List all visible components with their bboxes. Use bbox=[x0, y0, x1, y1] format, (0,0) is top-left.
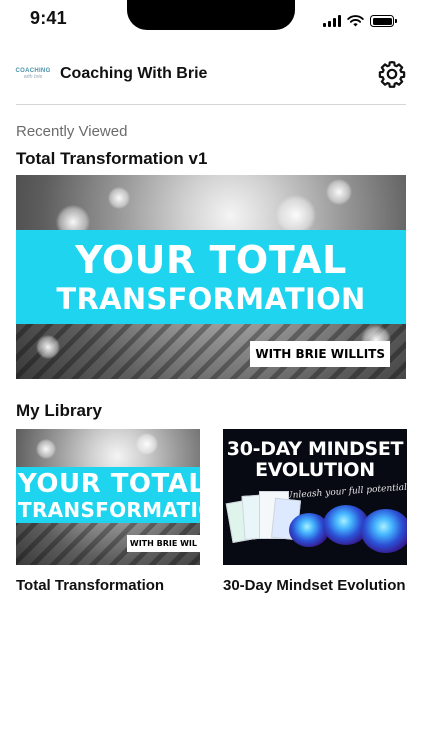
recently-viewed-cover[interactable]: YOUR TOTAL TRANSFORMATION WITH BRIE WILL… bbox=[16, 175, 406, 379]
library-item-cover[interactable]: 30-DAY MINDSET EVOLUTION Unleash your fu… bbox=[223, 429, 407, 565]
bokeh-light bbox=[136, 433, 158, 455]
brain-illustration bbox=[361, 509, 407, 553]
cellular-signal-icon bbox=[323, 15, 341, 27]
settings-button[interactable] bbox=[378, 60, 406, 88]
cover-title-line2: TRANSFORMATION bbox=[56, 281, 366, 316]
cover-author-tag: WITH BRIE WIL bbox=[126, 535, 200, 552]
recently-viewed-caption: Recently Viewed bbox=[16, 123, 128, 140]
bokeh-light bbox=[36, 335, 60, 359]
app-title: Coaching With Brie bbox=[60, 65, 208, 82]
header-divider bbox=[16, 104, 406, 105]
library-heading: My Library bbox=[16, 401, 102, 420]
gear-icon bbox=[378, 60, 406, 88]
library-item-cover[interactable]: YOUR TOTAL TRANSFORMATION WITH BRIE WIL bbox=[16, 429, 200, 565]
brand-logo-sub: with brie bbox=[23, 74, 43, 80]
bokeh-light bbox=[326, 179, 352, 205]
cover-title-line2: TRANSFORMATION bbox=[18, 497, 200, 522]
library-item-mindset-evolution[interactable]: 30-DAY MINDSET EVOLUTION Unleash your fu… bbox=[223, 429, 407, 598]
cover-title-line1: 30-DAY MINDSET bbox=[226, 438, 404, 460]
cover-title-band: YOUR TOTAL TRANSFORMATION bbox=[16, 467, 200, 523]
brand-logo: COACHING with brie bbox=[15, 64, 50, 84]
cover-title-line2: EVOLUTION bbox=[255, 459, 375, 481]
status-time: 9:41 bbox=[30, 8, 67, 28]
library-item-title[interactable]: Total Transformation bbox=[16, 574, 200, 598]
cover-title-band: YOUR TOTAL TRANSFORMATION bbox=[16, 230, 406, 324]
bokeh-light bbox=[36, 439, 56, 459]
bokeh-light bbox=[108, 187, 130, 209]
library-item-total-transformation[interactable]: YOUR TOTAL TRANSFORMATION WITH BRIE WIL … bbox=[16, 429, 200, 598]
battery-icon bbox=[370, 15, 397, 27]
cover-title: 30-DAY MINDSET EVOLUTION bbox=[223, 439, 407, 481]
status-icons bbox=[323, 11, 397, 27]
wifi-icon bbox=[347, 15, 364, 27]
cover-author-tag: WITH BRIE WILLITS bbox=[250, 341, 390, 367]
cover-title-line1: YOUR TOTAL bbox=[75, 237, 347, 282]
app-header: COACHING with brie Coaching With Brie bbox=[15, 56, 406, 92]
bokeh-light bbox=[276, 195, 316, 235]
device-notch bbox=[127, 0, 295, 30]
cover-title-line1: YOUR TOTAL bbox=[18, 468, 200, 499]
recently-viewed-title[interactable]: Total Transformation v1 bbox=[16, 149, 207, 169]
status-bar: 9:41 bbox=[0, 0, 422, 40]
library-item-title[interactable]: 30-Day Mindset Evolution bbox=[223, 574, 407, 598]
